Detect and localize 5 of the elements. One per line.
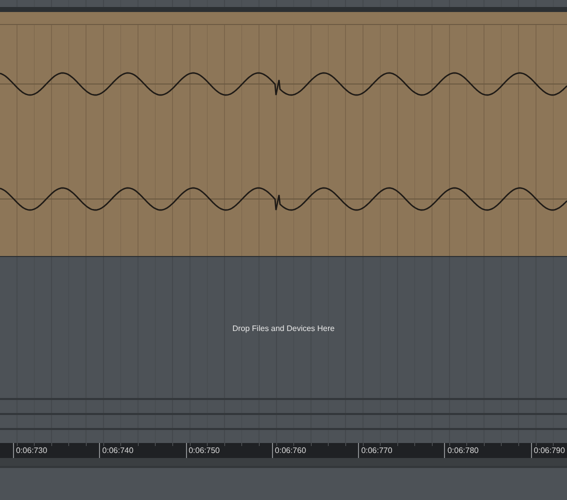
clip-header[interactable] (0, 12, 567, 25)
scroll-bar[interactable] (0, 458, 567, 468)
audio-clip[interactable] (0, 12, 567, 257)
drop-hint: Drop Files and Devices Here (232, 324, 335, 332)
time-ruler[interactable]: 0:06:730 0:06:740 0:06:750 0:06:760 0:06:770 0:06:780 0:06:790 (0, 443, 567, 458)
